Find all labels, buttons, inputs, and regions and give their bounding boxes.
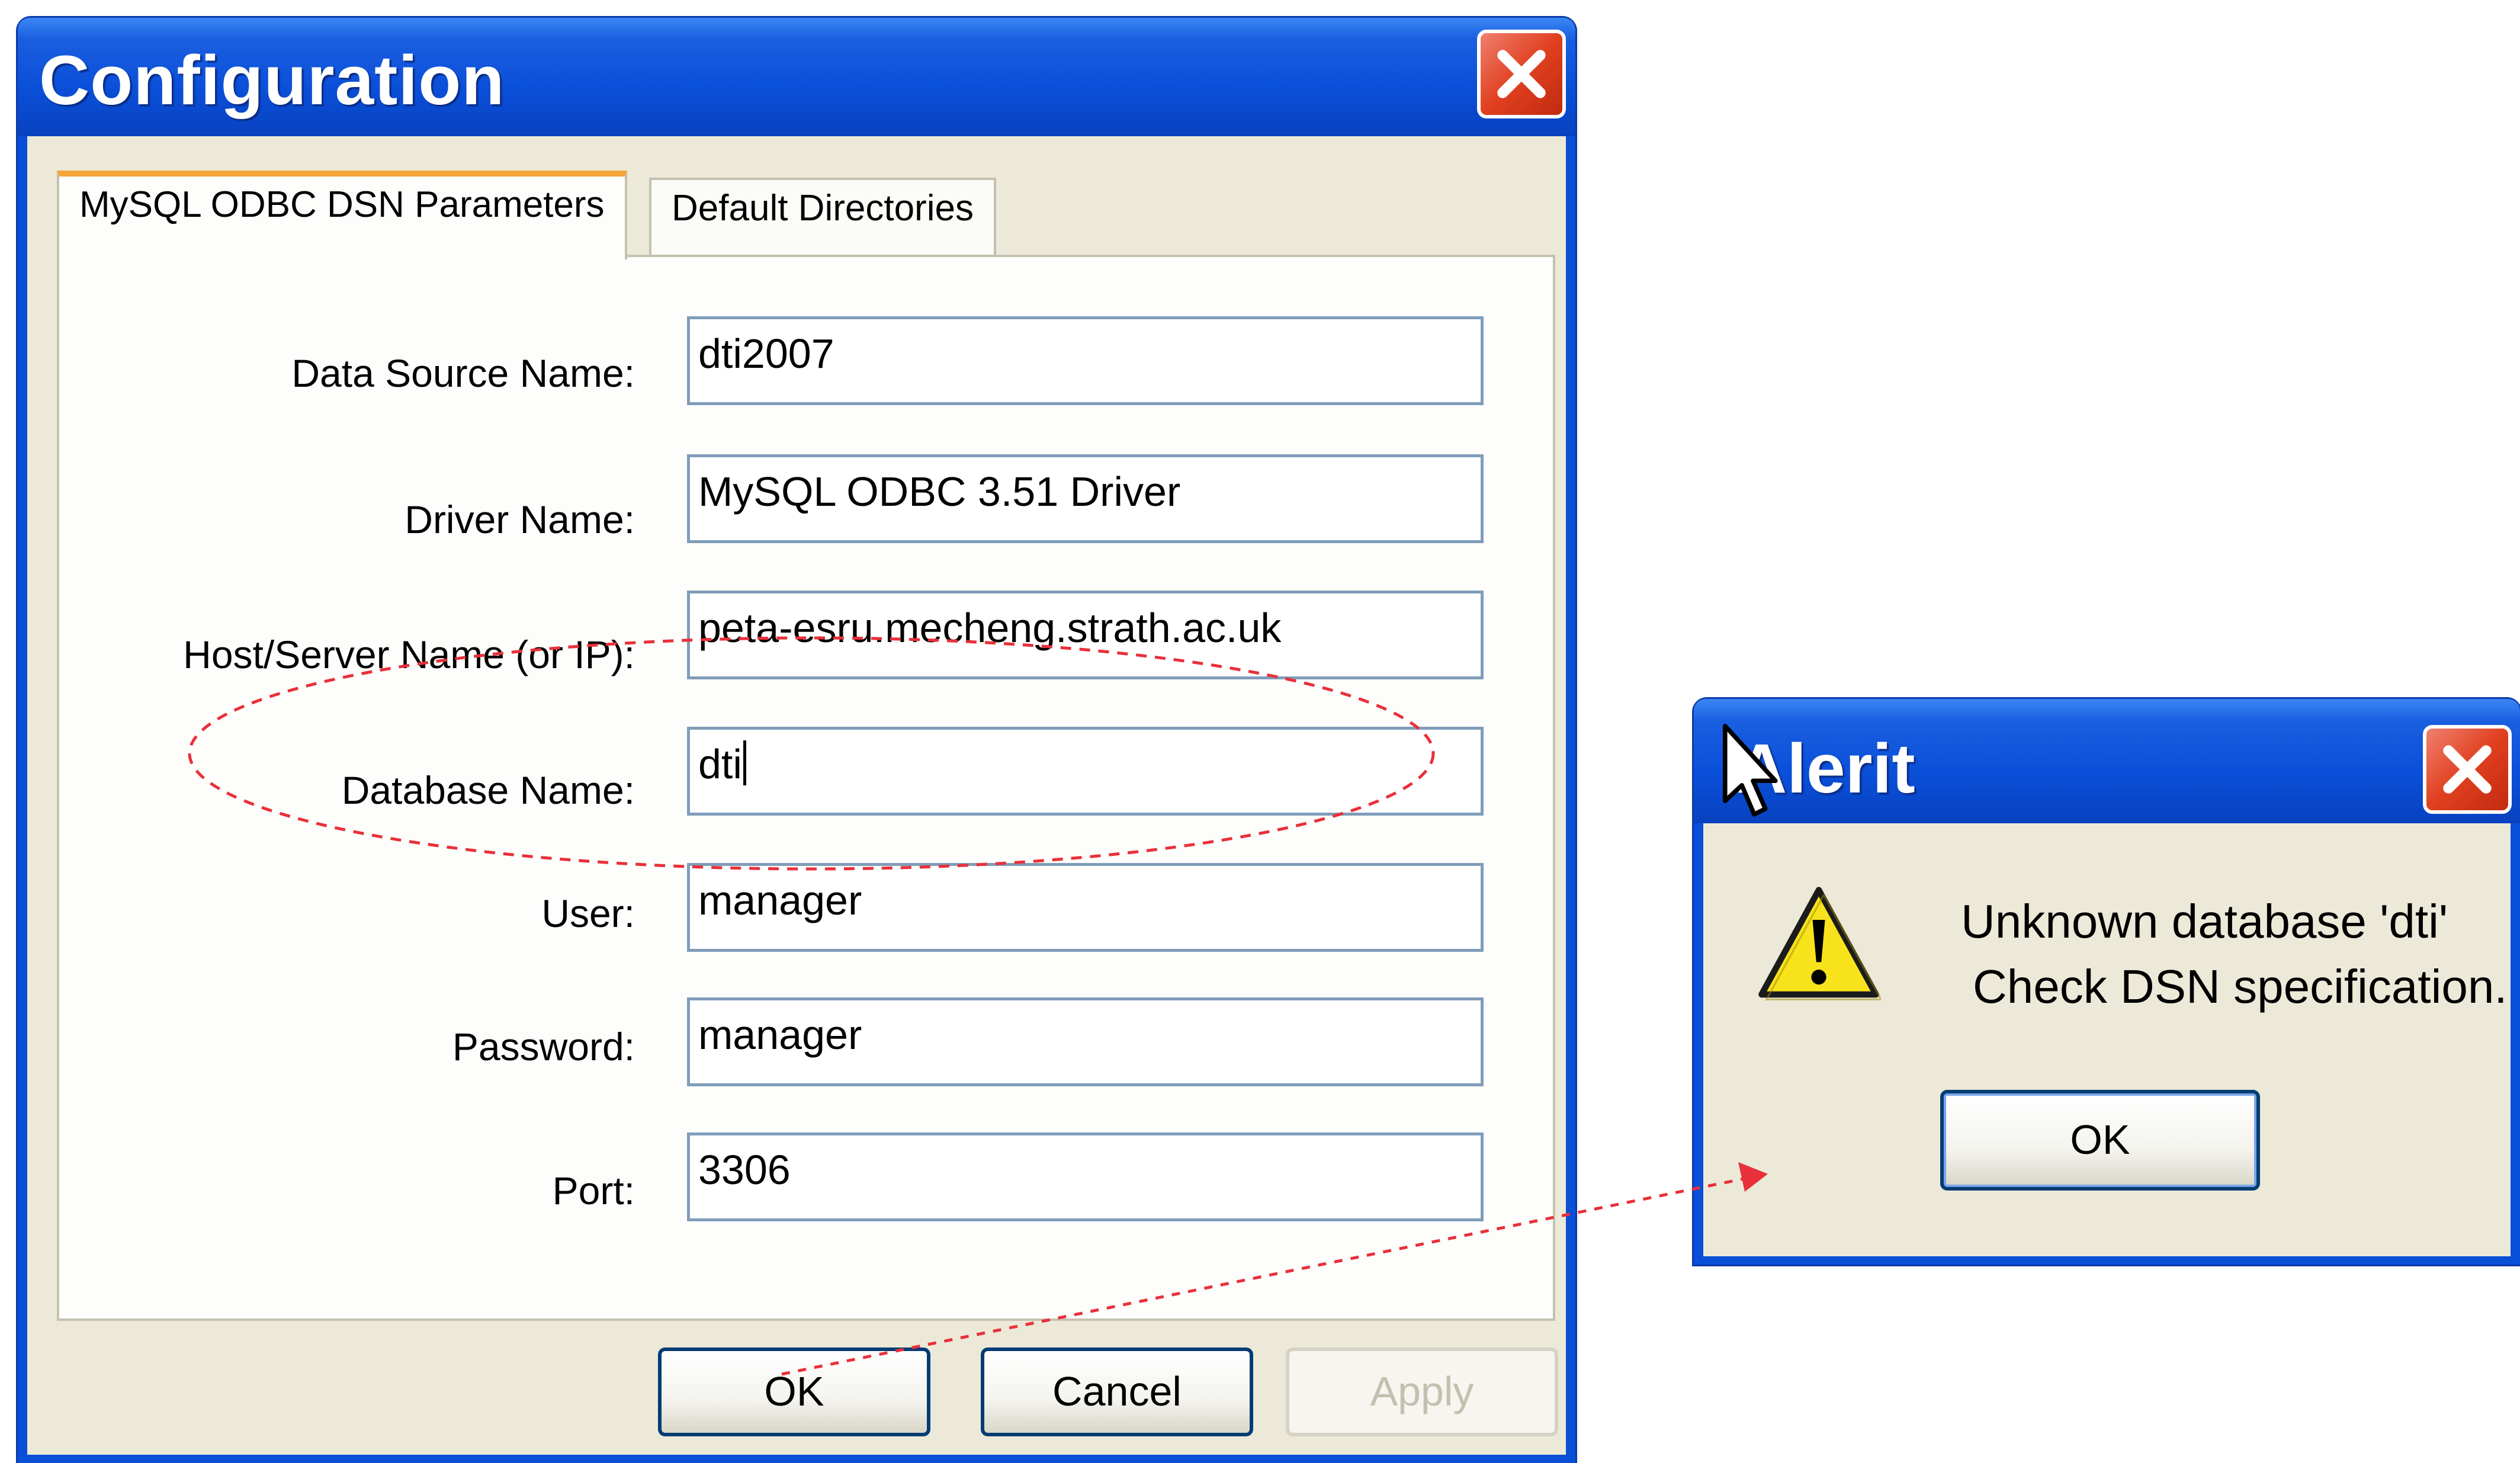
- password-label: Password:: [452, 1025, 635, 1069]
- alert-close-button[interactable]: [2423, 725, 2512, 814]
- dsn-parameters-panel: Data Source Name: dti2007 Driver Name: M…: [57, 255, 1555, 1321]
- ok-button[interactable]: OK: [658, 1348, 930, 1436]
- tab-mysql-odbc-dsn-parameters[interactable]: MySQL ODBC DSN Parameters: [57, 171, 627, 259]
- configuration-window: Configuration MySQL ODBC DSN Parameters …: [18, 18, 1575, 1463]
- text-caret: [743, 740, 746, 785]
- window-title: Configuration: [39, 41, 505, 120]
- mouse-cursor-icon: [1723, 723, 1778, 817]
- database-name-value: dti: [698, 741, 742, 787]
- data-source-name-label: Data Source Name:: [291, 351, 635, 395]
- driver-name-label: Driver Name:: [405, 498, 635, 541]
- user-label: User:: [541, 891, 635, 935]
- data-source-name-input[interactable]: dti2007: [687, 316, 1484, 405]
- apply-button[interactable]: Apply: [1286, 1348, 1558, 1436]
- port-label: Port:: [552, 1169, 635, 1212]
- database-name-label: Database Name:: [341, 768, 635, 812]
- close-button[interactable]: [1477, 30, 1566, 118]
- close-icon: [2443, 745, 2492, 794]
- alert-dialog: Alerit Unknown database 'dti' Check DSN …: [1694, 699, 2520, 1265]
- alert-ok-button[interactable]: OK: [1940, 1090, 2260, 1191]
- cancel-button[interactable]: Cancel: [981, 1348, 1253, 1436]
- port-input[interactable]: 3306: [687, 1132, 1484, 1221]
- password-input[interactable]: manager: [687, 997, 1484, 1086]
- alert-message-line2: Check DSN specification.: [1973, 960, 2508, 1013]
- tab-default-directories[interactable]: Default Directories: [649, 178, 996, 261]
- warning-icon: [1758, 887, 1881, 1000]
- driver-name-input[interactable]: MySQL ODBC 3.51 Driver: [687, 454, 1484, 543]
- host-server-name-label: Host/Server Name (or IP):: [183, 633, 635, 676]
- user-input[interactable]: manager: [687, 863, 1484, 952]
- alert-message-line1: Unknown database 'dti': [1961, 895, 2448, 948]
- host-server-name-input[interactable]: peta-esru.mecheng.strath.ac.uk: [687, 591, 1484, 679]
- close-icon: [1497, 50, 1546, 98]
- alert-title-bar[interactable]: Alerit: [1694, 699, 2520, 823]
- title-bar[interactable]: Configuration: [18, 18, 1575, 136]
- database-name-input[interactable]: dti: [687, 727, 1484, 816]
